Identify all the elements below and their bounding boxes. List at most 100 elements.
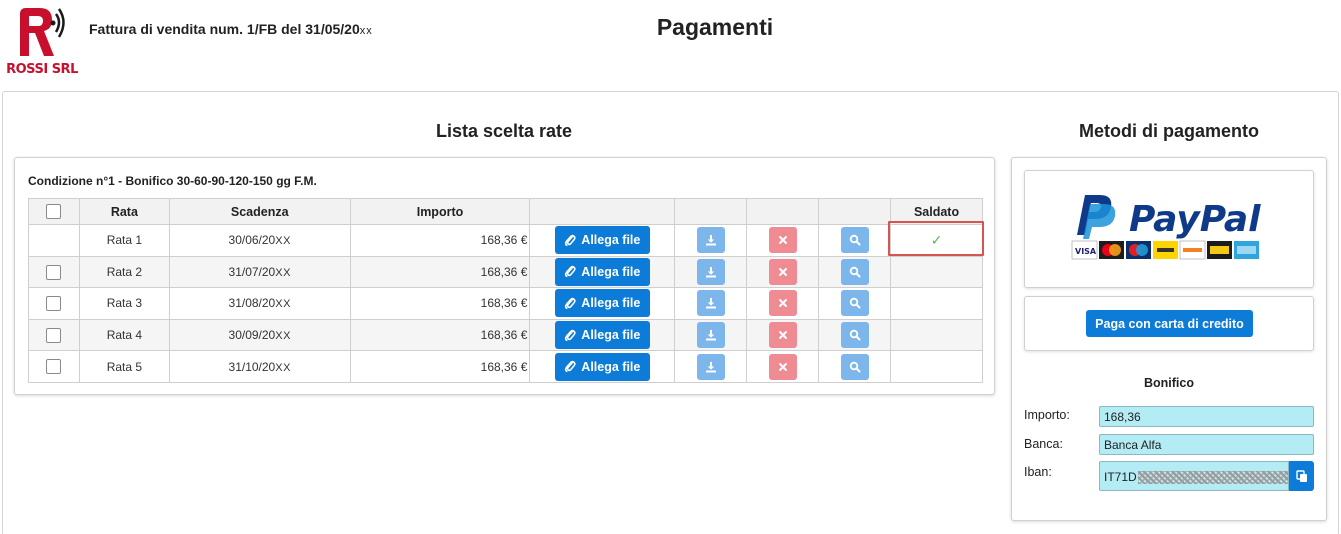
paperclip-icon (565, 361, 576, 373)
delete-cell (746, 287, 820, 320)
delete-button[interactable] (768, 258, 797, 285)
paperclip-icon (565, 234, 576, 246)
attach-cell: Allega file (529, 318, 676, 352)
scadenza-suffix: XX (275, 330, 291, 343)
scadenza-cell: 31/10/20XX (168, 350, 351, 383)
company-name: ROSSI SRL (6, 62, 78, 77)
paypal-option[interactable]: PayPal VISA (1024, 170, 1314, 288)
delete-button[interactable] (768, 353, 797, 380)
download-icon (705, 330, 716, 341)
download-button[interactable] (696, 353, 725, 380)
row-checkbox[interactable] (46, 327, 62, 343)
download-button[interactable] (696, 258, 725, 285)
scadenza-suffix: XX (275, 235, 291, 248)
saldato-cell (890, 287, 983, 320)
saldato-cell (890, 318, 983, 352)
saldato-cell (890, 350, 983, 383)
column-header-importo: Importo (349, 198, 531, 225)
view-cell (818, 318, 892, 352)
bonifico-title: Bonifico (1144, 376, 1194, 390)
row-checkbox[interactable] (46, 296, 62, 312)
attach-file-button[interactable]: Allega file (554, 321, 650, 350)
saldato-cell: ✓ (890, 224, 983, 257)
delete-button[interactable] (768, 227, 797, 254)
row-select-cell (28, 350, 80, 383)
rata-cell: Rata 1 (78, 224, 170, 257)
paperclip-icon (565, 297, 576, 310)
delete-button[interactable] (768, 322, 797, 349)
rata-cell: Rata 2 (78, 255, 170, 289)
attach-file-button[interactable]: Allega file (554, 226, 650, 255)
view-cell (818, 224, 892, 257)
attach-file-button[interactable]: Allega file (554, 257, 650, 286)
row-select-cell (28, 255, 80, 289)
view-button[interactable] (840, 322, 869, 349)
paid-check-icon: ✓ (930, 231, 943, 248)
attach-file-button[interactable]: Allega file (554, 289, 650, 318)
select-all-checkbox[interactable] (46, 204, 62, 220)
delete-button[interactable] (768, 290, 797, 317)
scadenza-suffix: XX (275, 298, 291, 311)
importo-field[interactable]: 168,36 (1099, 406, 1314, 427)
view-button[interactable] (840, 353, 869, 380)
view-cell (818, 255, 892, 289)
attach-file-label: Allega file (581, 328, 641, 343)
close-icon (778, 362, 787, 371)
view-button[interactable] (840, 227, 869, 254)
banca-field[interactable]: Banca Alfa (1099, 434, 1314, 455)
delete-cell (746, 255, 820, 289)
copy-iban-button[interactable] (1289, 461, 1314, 491)
rates-panel: Condizione n°1 - Bonifico 30-60-90-120-1… (14, 157, 995, 395)
table-row: Rata 2 31/07/20XX 168,36 € Allega file (28, 255, 983, 289)
pay-with-card-button[interactable]: Paga con carta di credito (1086, 310, 1253, 337)
attach-cell: Allega file (529, 350, 676, 383)
row-checkbox[interactable] (46, 359, 62, 375)
view-cell (818, 287, 892, 320)
close-icon (778, 236, 787, 245)
table-row: Rata 1 30/06/20XX 168,36 € Allega file ✓ (28, 224, 983, 257)
methods-section-title: Metodi di pagamento (1079, 121, 1259, 141)
scadenza-date: 31/08/20 (228, 296, 276, 311)
attach-file-button[interactable]: Allega file (554, 352, 650, 381)
download-cell (674, 350, 748, 383)
paypal-wordmark: PayPal (1129, 199, 1261, 240)
scadenza-suffix: XX (275, 361, 291, 374)
view-button[interactable] (840, 290, 869, 317)
scadenza-suffix: XX (275, 266, 291, 279)
view-button[interactable] (840, 258, 869, 285)
delete-cell (746, 224, 820, 257)
download-button[interactable] (696, 290, 725, 317)
table-header-row: Rata Scadenza Importo Saldato (28, 198, 983, 225)
view-cell (818, 350, 892, 383)
svg-text:VISA: VISA (1075, 247, 1097, 256)
search-icon (849, 329, 861, 341)
select-all-header (28, 198, 80, 225)
attach-file-label: Allega file (581, 264, 641, 279)
importo-cell: 168,36 € (349, 350, 531, 383)
scadenza-cell: 30/06/20XX (168, 224, 351, 257)
delete-cell (746, 350, 820, 383)
scadenza-cell: 31/07/20XX (168, 255, 351, 289)
rata-cell: Rata 4 (78, 318, 170, 352)
row-checkbox[interactable] (46, 264, 62, 280)
importo-label: Importo: (1024, 408, 1070, 422)
column-header-delete (746, 198, 820, 225)
column-header-attach (529, 198, 676, 225)
paypal-logo-icon: PayPal VISA (1071, 195, 1261, 260)
row-select-cell (28, 318, 80, 352)
download-cell (674, 287, 748, 320)
iban-field[interactable]: IT71D (1099, 461, 1289, 491)
credit-card-option: Paga con carta di credito (1024, 296, 1314, 351)
download-button[interactable] (696, 227, 725, 254)
rata-cell: Rata 5 (78, 350, 170, 383)
scadenza-date: 31/10/20 (228, 359, 276, 374)
paperclip-icon (565, 329, 576, 341)
scadenza-date: 31/07/20 (228, 264, 276, 279)
close-icon (778, 299, 787, 308)
download-icon (705, 361, 716, 373)
scadenza-date: 30/09/20 (228, 328, 276, 343)
attach-cell: Allega file (529, 287, 676, 320)
importo-cell: 168,36 € (349, 318, 531, 352)
download-button[interactable] (696, 322, 725, 349)
attach-cell: Allega file (529, 224, 676, 257)
